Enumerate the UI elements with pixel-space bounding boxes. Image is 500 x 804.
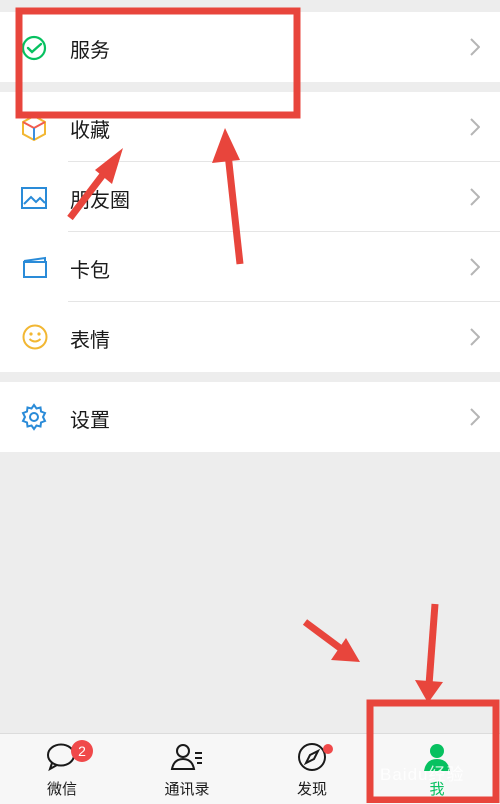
- chevron-right-icon: [470, 258, 481, 280]
- menu-item-favorites[interactable]: 收藏: [0, 92, 500, 162]
- new-content-dot: [323, 744, 333, 754]
- gear-icon: [20, 403, 48, 435]
- contacts-icon: [170, 742, 204, 776]
- tab-discover[interactable]: 发现: [262, 734, 362, 804]
- smiley-icon: [21, 323, 49, 355]
- top-strip: [0, 0, 500, 12]
- cube-icon: [21, 114, 47, 146]
- menu-label-stickers: 表情: [70, 328, 110, 352]
- tab-chats[interactable]: 2 微信: [12, 734, 112, 804]
- menu-item-moments[interactable]: 朋友圈: [0, 162, 500, 232]
- menu-item-stickers[interactable]: 表情: [0, 302, 500, 372]
- menu-label-cards: 卡包: [70, 258, 110, 282]
- card-wallet-icon: [21, 256, 49, 284]
- menu-item-settings[interactable]: 设置: [0, 382, 500, 452]
- menu-item-services[interactable]: 服务: [0, 12, 500, 82]
- menu-label-services: 服务: [70, 38, 110, 62]
- menu-item-cards[interactable]: 卡包: [0, 232, 500, 302]
- menu-label-settings: 设置: [70, 408, 110, 432]
- menu-label-favorites: 收藏: [70, 118, 110, 142]
- chevron-right-icon: [470, 118, 481, 140]
- arrowhead: [331, 638, 360, 662]
- picture-icon: [20, 186, 48, 214]
- wechat-pay-icon: [20, 34, 48, 66]
- tab-label-chats: 微信: [46, 780, 77, 798]
- unread-badge: 2: [71, 740, 93, 762]
- chevron-right-icon: [470, 38, 481, 60]
- arrowhead: [415, 680, 443, 703]
- menu-label-moments: 朋友圈: [70, 188, 130, 212]
- arrow-line: [302, 619, 343, 651]
- menu-group-main: 收藏 朋友圈 卡包 表情: [0, 92, 500, 372]
- tab-contacts[interactable]: 通讯录: [137, 734, 237, 804]
- arrow-line: [425, 603, 439, 686]
- chevron-right-icon: [470, 328, 481, 350]
- tab-label-contacts: 通讯录: [164, 780, 210, 798]
- chevron-right-icon: [470, 188, 481, 210]
- chevron-right-icon: [470, 408, 481, 430]
- watermark: Baidu经验: [380, 765, 465, 784]
- tab-label-discover: 发现: [296, 780, 327, 798]
